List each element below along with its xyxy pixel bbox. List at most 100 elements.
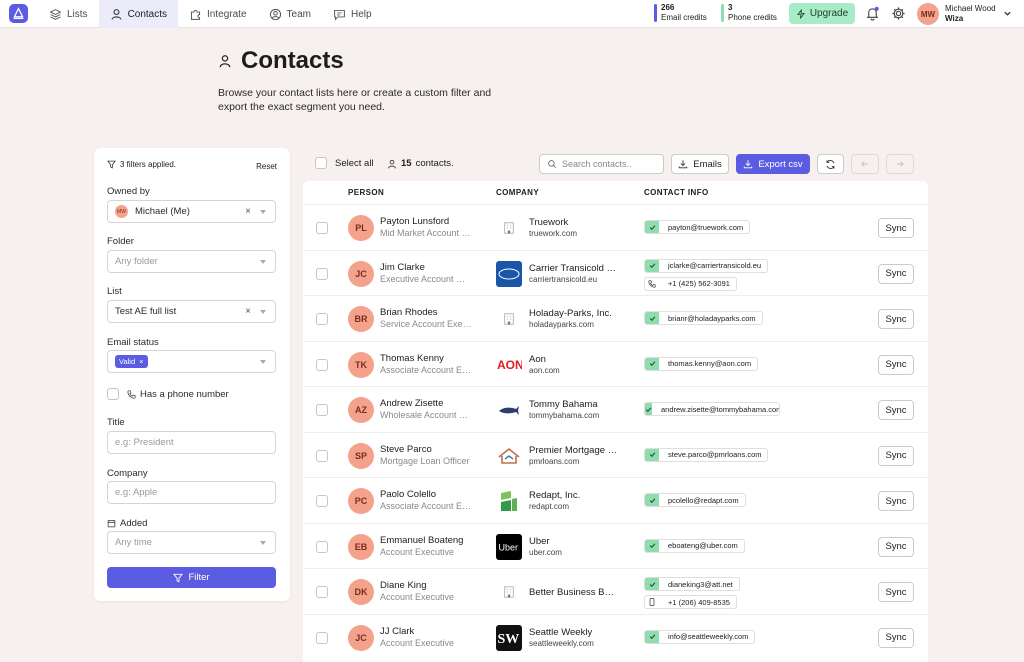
title-input[interactable]: e.g: President: [107, 431, 276, 454]
phone-pill[interactable]: +1 (206) 409-8535: [644, 595, 737, 609]
contact-name[interactable]: JJ Clark: [380, 626, 414, 637]
contacts-count-number: 15: [401, 158, 412, 169]
sync-button[interactable]: Sync: [878, 400, 914, 420]
sync-button[interactable]: Sync: [878, 536, 914, 557]
email-credits-bar: [654, 4, 657, 22]
company-name[interactable]: Tommy Bahama: [529, 399, 619, 410]
email-pill[interactable]: info@seattleweekly.com: [644, 629, 756, 644]
owned-by-select[interactable]: MW Michael (Me) ×: [107, 200, 276, 223]
company-name[interactable]: Uber: [529, 536, 619, 547]
check-icon: [645, 494, 659, 506]
contact-name[interactable]: Paolo Colello: [380, 489, 436, 500]
prev-page-button[interactable]: [851, 154, 879, 174]
nav-item-integrate[interactable]: Integrate: [178, 0, 257, 28]
next-page-button[interactable]: [886, 154, 914, 174]
phone-credits-label: Phone credits: [728, 13, 777, 22]
phone-icon: [645, 278, 659, 290]
user-avatar[interactable]: MW: [917, 3, 939, 25]
company-name[interactable]: Truework: [529, 217, 619, 228]
nav-item-lists[interactable]: Lists: [38, 0, 99, 28]
list-value: Test AE full list: [115, 306, 177, 317]
email-status-select[interactable]: Valid ×: [107, 350, 276, 373]
company-logo: [496, 579, 522, 605]
sync-button[interactable]: Sync: [878, 309, 914, 329]
company-name[interactable]: Aon: [529, 354, 619, 365]
email-pill[interactable]: payton@truework.com: [644, 220, 751, 234]
email-pill[interactable]: brianr@holadayparks.com: [644, 311, 763, 325]
select-all-checkbox[interactable]: [315, 157, 327, 169]
added-select[interactable]: Any time: [107, 531, 276, 554]
clear-icon[interactable]: ×: [245, 206, 251, 217]
refresh-button[interactable]: [817, 154, 844, 174]
contact-name[interactable]: Thomas Kenny: [380, 353, 444, 364]
row-checkbox[interactable]: [316, 449, 328, 462]
chevron-down-icon[interactable]: [1003, 9, 1012, 18]
wiza-logo-icon[interactable]: [9, 4, 28, 23]
sync-button[interactable]: Sync: [878, 263, 914, 284]
contact-name[interactable]: Jim Clarke: [380, 262, 425, 273]
row-checkbox[interactable]: [316, 313, 328, 325]
company-name[interactable]: Premier Mortgage Resources: [529, 445, 619, 456]
reset-filters-link[interactable]: Reset: [256, 162, 277, 171]
contact-name[interactable]: Andrew Zisette: [380, 398, 443, 409]
row-checkbox[interactable]: [316, 631, 328, 644]
sync-button[interactable]: Sync: [878, 627, 914, 648]
calendar-icon: [107, 519, 116, 528]
contact-name[interactable]: Diane King: [380, 580, 426, 591]
row-checkbox[interactable]: [316, 222, 328, 234]
email-pill[interactable]: steve.parco@pmrloans.com: [644, 447, 769, 462]
nav-item-help[interactable]: Help: [322, 0, 383, 28]
email-pill[interactable]: dianeking3@att.net: [644, 577, 740, 591]
contacts-count-suffix: contacts.: [415, 158, 454, 169]
contact-email: eboateng@uber.com: [668, 541, 738, 550]
row-checkbox[interactable]: [316, 495, 328, 507]
row-checkbox[interactable]: [316, 358, 328, 371]
company-input[interactable]: e.g: Apple: [107, 481, 276, 504]
upgrade-button[interactable]: Upgrade: [789, 3, 855, 24]
company-name[interactable]: Holaday-Parks, Inc.: [529, 308, 619, 319]
nav-item-contacts[interactable]: Contacts: [98, 0, 179, 28]
has-phone-checkbox[interactable]: [107, 388, 119, 400]
export-csv-button[interactable]: Export csv: [736, 154, 810, 174]
tag-remove-icon[interactable]: ×: [139, 357, 143, 366]
sync-button[interactable]: Sync: [878, 491, 914, 511]
contact-name[interactable]: Steve Parco: [380, 444, 432, 455]
email-pill[interactable]: pcolello@redapt.com: [644, 493, 746, 507]
sync-button[interactable]: Sync: [878, 218, 914, 238]
company-name[interactable]: Redapt, Inc.: [529, 490, 619, 501]
company-name[interactable]: Better Business Bureau: [529, 587, 619, 598]
sync-button[interactable]: Sync: [878, 582, 914, 602]
filter-button[interactable]: Filter: [107, 567, 276, 588]
company-name[interactable]: Seattle Weekly: [529, 627, 619, 638]
valid-tag[interactable]: Valid ×: [115, 355, 148, 368]
row-checkbox[interactable]: [316, 540, 328, 553]
contact-name[interactable]: Brian Rhodes: [380, 307, 438, 318]
email-pill[interactable]: andrew.zisette@tommybahama.com: [644, 402, 780, 416]
list-select[interactable]: Test AE full list ×: [107, 300, 276, 323]
check-icon: [645, 312, 659, 324]
nav-item-team[interactable]: Team: [258, 0, 322, 28]
contact-name[interactable]: Payton Lunsford: [380, 216, 449, 227]
search-placeholder: Search contacts..: [562, 159, 632, 169]
bell-icon[interactable]: [865, 6, 880, 21]
clear-icon[interactable]: ×: [245, 306, 251, 317]
row-checkbox[interactable]: [316, 586, 328, 598]
email-pill[interactable]: thomas.kenny@aon.com: [644, 356, 759, 371]
folder-select[interactable]: Any folder: [107, 250, 276, 273]
email-pill[interactable]: eboateng@uber.com: [644, 538, 745, 553]
page-title-text: Contacts: [241, 47, 344, 74]
row-checkbox[interactable]: [316, 404, 328, 416]
contact-name[interactable]: Emmanuel Boateng: [380, 535, 463, 546]
user-menu[interactable]: Michael Wood Wiza: [945, 4, 996, 24]
phone-pill[interactable]: +1 (425) 562-3091: [644, 276, 737, 291]
email-pill[interactable]: jclarke@carriertransicold.eu: [644, 258, 769, 273]
emails-button[interactable]: Emails: [671, 154, 729, 174]
company-name[interactable]: Carrier Transicold Thermo: [529, 263, 619, 274]
added-placeholder: Any time: [115, 537, 152, 548]
owned-by-value: Michael (Me): [135, 206, 190, 217]
gear-icon[interactable]: [891, 6, 906, 21]
sync-button[interactable]: Sync: [878, 354, 914, 375]
row-checkbox[interactable]: [316, 267, 328, 280]
sync-button[interactable]: Sync: [878, 445, 914, 466]
search-input[interactable]: Search contacts..: [539, 154, 664, 174]
